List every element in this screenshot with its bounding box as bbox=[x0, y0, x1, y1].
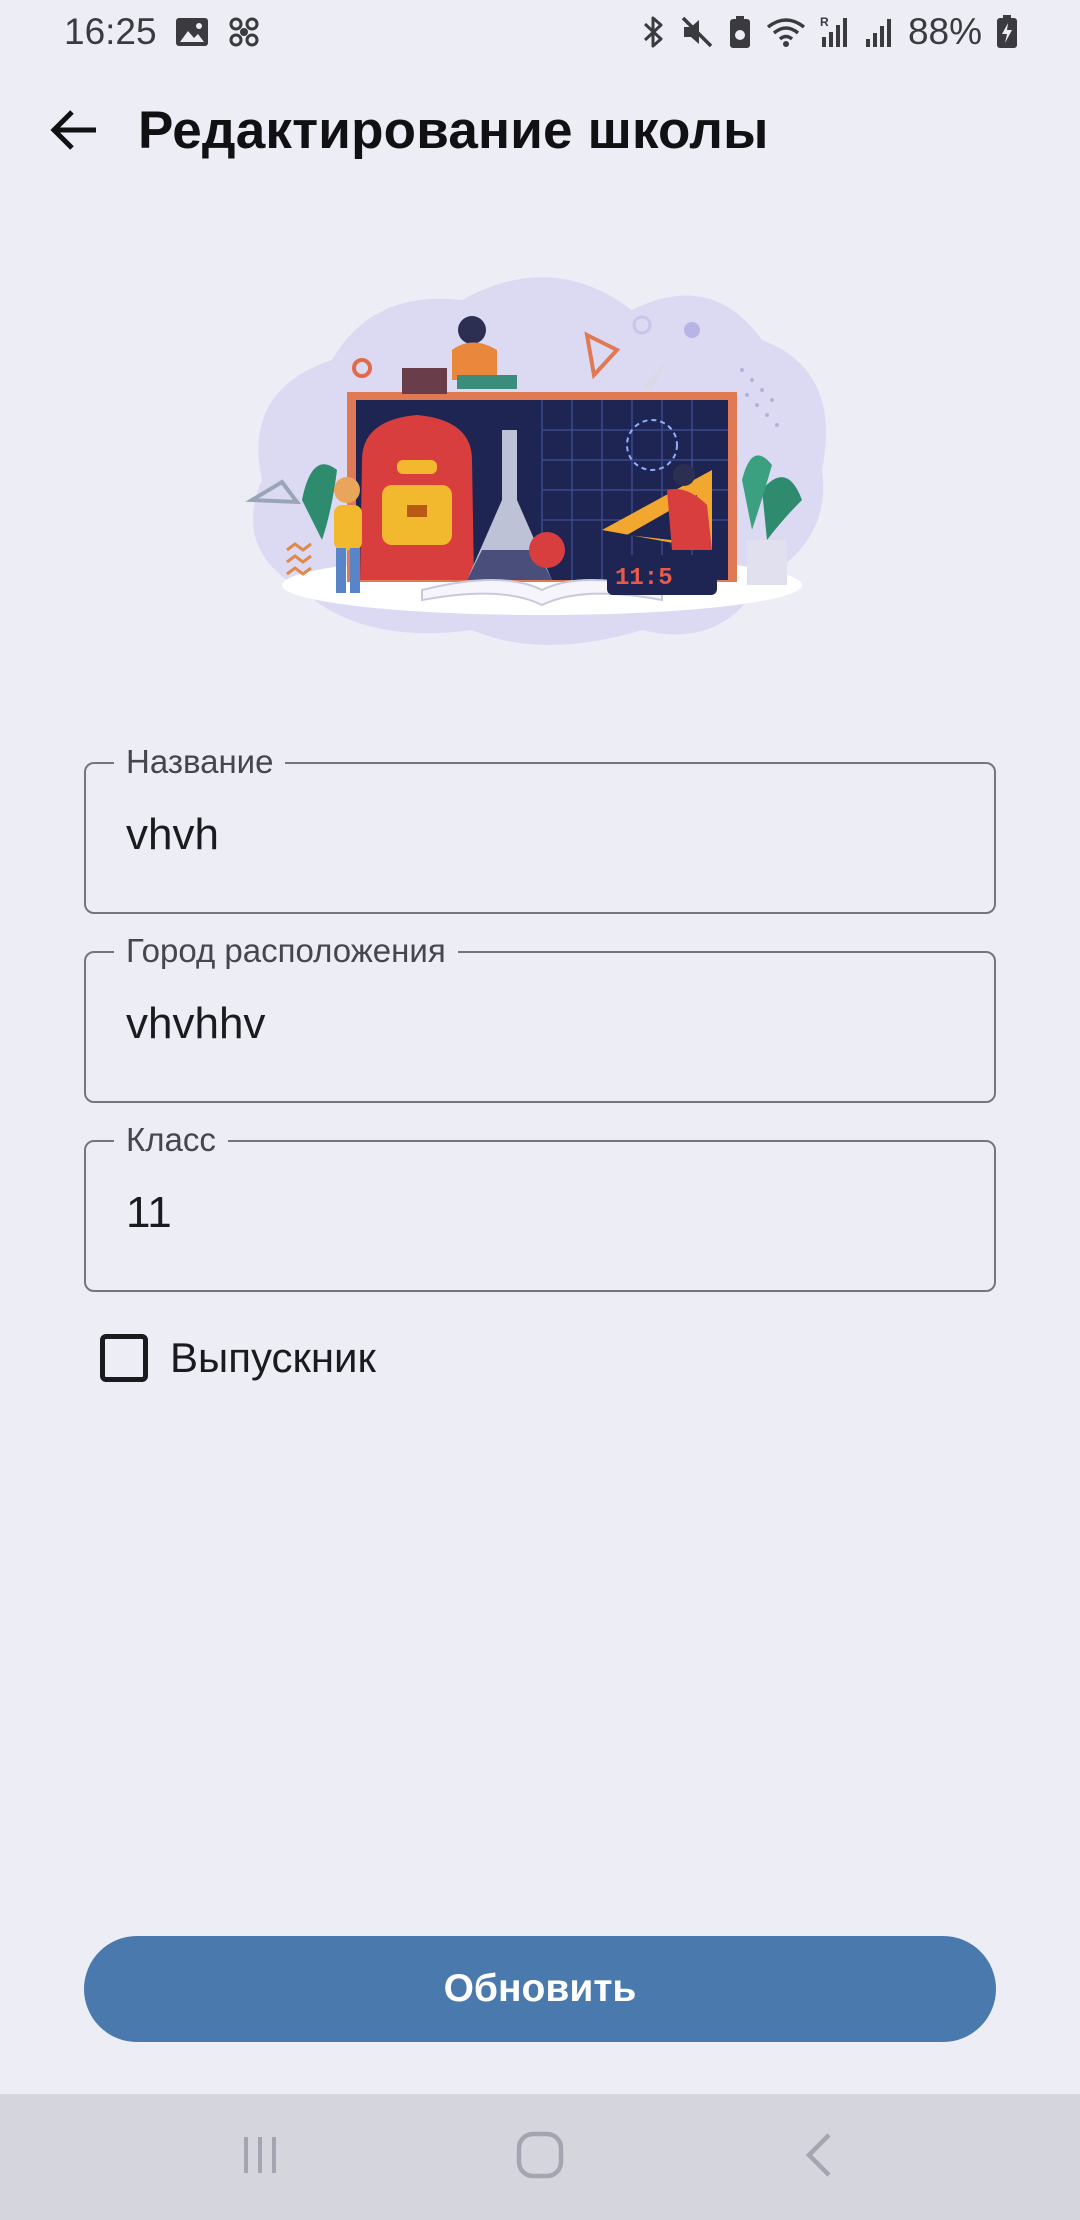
mute-icon bbox=[680, 15, 714, 49]
page-title: Редактирование школы bbox=[138, 101, 769, 160]
grade-label: Класс bbox=[114, 1120, 228, 1160]
home-button[interactable] bbox=[480, 2112, 600, 2202]
system-back-button[interactable] bbox=[760, 2112, 880, 2202]
name-input[interactable] bbox=[126, 810, 946, 860]
arrow-left-icon bbox=[50, 108, 98, 157]
graduate-checkbox-row[interactable]: Выпускник bbox=[100, 1330, 376, 1386]
grade-field[interactable]: Класс bbox=[84, 1120, 996, 1292]
graduate-label: Выпускник bbox=[170, 1334, 376, 1381]
status-right: R 88% bbox=[642, 11, 1018, 53]
school-illustration: 11:5 bbox=[242, 250, 842, 650]
fan-icon bbox=[227, 15, 261, 49]
wifi-icon bbox=[766, 15, 806, 49]
signal-icon bbox=[864, 15, 894, 49]
battery-percent: 88% bbox=[907, 11, 982, 52]
back-icon bbox=[803, 2131, 837, 2184]
system-nav-bar bbox=[0, 2094, 1080, 2220]
battery-saver-icon bbox=[728, 15, 752, 49]
update-button[interactable]: Обновить bbox=[84, 1936, 996, 2042]
image-icon bbox=[175, 17, 209, 47]
city-label: Город расположения bbox=[114, 931, 458, 971]
name-field[interactable]: Название bbox=[84, 742, 996, 914]
bluetooth-icon bbox=[642, 15, 666, 49]
home-icon bbox=[515, 2130, 565, 2185]
recents-button[interactable] bbox=[200, 2112, 320, 2202]
battery-charging-icon bbox=[996, 15, 1018, 49]
status-left: 16:25 bbox=[64, 11, 261, 53]
svg-text:R: R bbox=[820, 15, 829, 29]
back-button[interactable] bbox=[34, 92, 114, 172]
clock-digits: 11:5 bbox=[615, 565, 673, 592]
signal-roaming-icon: R bbox=[820, 15, 850, 49]
app-bar: Редактирование школы bbox=[0, 92, 1080, 172]
city-input[interactable] bbox=[126, 999, 946, 1049]
name-label: Название bbox=[114, 742, 286, 782]
recents-icon bbox=[238, 2133, 282, 2182]
city-field[interactable]: Город расположения bbox=[84, 931, 996, 1103]
grade-input[interactable] bbox=[126, 1188, 946, 1238]
graduate-checkbox[interactable] bbox=[100, 1334, 148, 1382]
status-bar: 16:25 R 88% bbox=[0, 0, 1080, 64]
status-time: 16:25 bbox=[64, 11, 157, 52]
